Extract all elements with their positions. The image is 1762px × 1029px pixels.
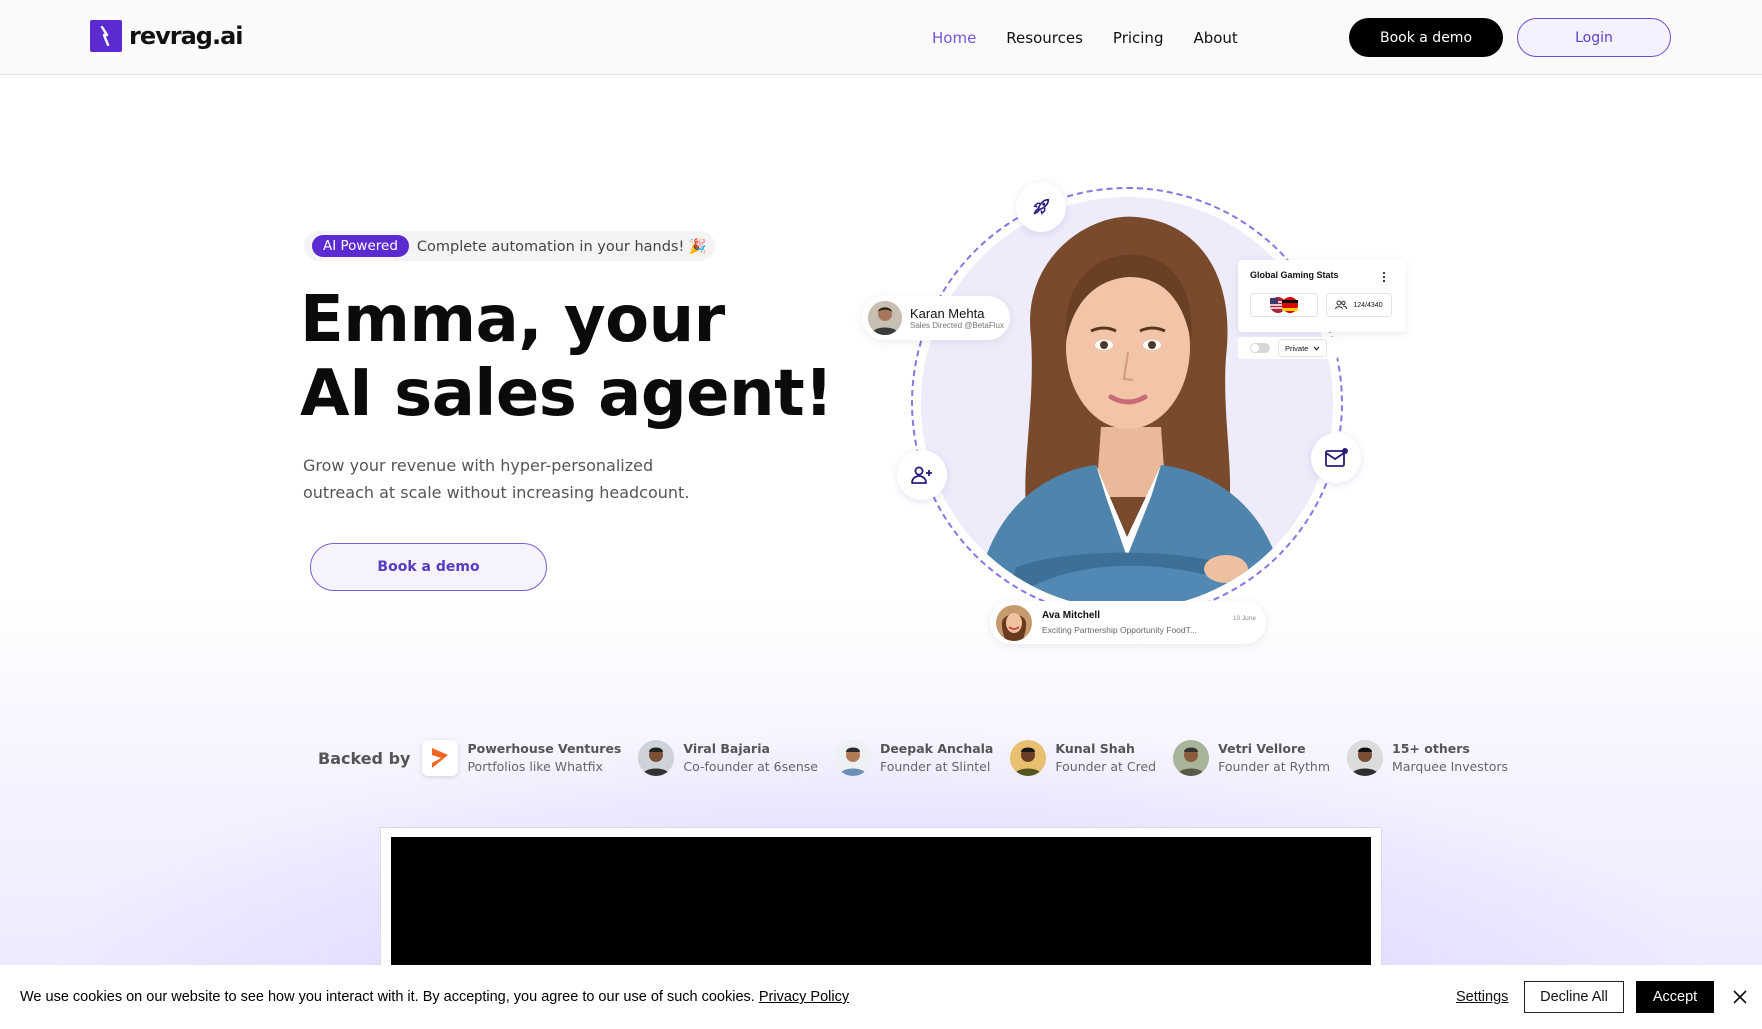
message-card[interactable]: Ava Mitchell Exciting Partnership Opport… bbox=[990, 601, 1266, 644]
hero-title-line1: Emma, your bbox=[300, 283, 725, 357]
backer-avatar bbox=[1347, 740, 1384, 776]
backer-item: 15+ others Marquee Investors bbox=[1347, 740, 1508, 776]
chevron-down-icon bbox=[1313, 346, 1320, 351]
backer-role: Founder at Rythm bbox=[1218, 759, 1331, 774]
karan-avatar bbox=[868, 301, 902, 335]
contact-role: Sales Directed @BetaFlux bbox=[910, 321, 1004, 330]
hero-tagline: Complete automation in your hands! 🎉 bbox=[416, 238, 707, 255]
visibility-controls: Private bbox=[1238, 337, 1338, 359]
message-date: 10 June bbox=[1232, 615, 1256, 622]
participants-count: 124/4340 bbox=[1326, 293, 1392, 317]
flags-icon bbox=[1250, 293, 1318, 317]
rocket-icon bbox=[1033, 198, 1050, 215]
visibility-select[interactable]: Private bbox=[1278, 339, 1328, 357]
backer-item: Deepak Anchala Founder at Slintel bbox=[834, 740, 994, 776]
backer-name: Powerhouse Ventures bbox=[467, 741, 622, 756]
ava-avatar bbox=[996, 604, 1032, 641]
backed-by-label: Backed by bbox=[318, 748, 411, 768]
backer-name: Kunal Shah bbox=[1055, 741, 1135, 756]
backer-avatar bbox=[638, 740, 675, 776]
backer-avatar bbox=[1010, 740, 1047, 776]
stats-card: Global Gaming Stats 124/4340 bbox=[1238, 260, 1406, 332]
privacy-toggle[interactable] bbox=[1250, 343, 1270, 353]
decline-all-button[interactable]: Decline All bbox=[1524, 981, 1624, 1013]
participants-value: 124/4340 bbox=[1353, 301, 1383, 309]
logo[interactable]: revrag.ai bbox=[90, 20, 244, 52]
rocket-fab[interactable] bbox=[1016, 182, 1066, 232]
contact-card[interactable]: Karan Mehta Sales Directed @BetaFlux bbox=[862, 296, 1010, 340]
backer-name: Viral Bajaria bbox=[683, 741, 770, 756]
backer-role: Portfolios like Whatfix bbox=[467, 759, 603, 774]
nav-pricing[interactable]: Pricing bbox=[1113, 29, 1164, 47]
nav-about[interactable]: About bbox=[1193, 29, 1237, 47]
privacy-policy-link[interactable]: Privacy Policy bbox=[759, 989, 849, 1005]
mail-icon bbox=[1325, 448, 1348, 467]
nav-home[interactable]: Home bbox=[932, 29, 976, 47]
backer-role: Founder at Cred bbox=[1055, 759, 1157, 774]
backer-role: Founder at Slintel bbox=[879, 759, 991, 774]
hero-title-line2: AI sales agent! bbox=[300, 357, 833, 431]
site-header: revrag.ai Home Resources Pricing About B… bbox=[0, 0, 1762, 75]
backer-item: Kunal Shah Founder at Cred bbox=[1010, 740, 1156, 776]
add-user-fab[interactable] bbox=[897, 450, 947, 500]
cookie-message: We use cookies on our website to see how… bbox=[20, 989, 849, 1005]
hero-pill: AI Powered Complete automation in your h… bbox=[304, 231, 715, 261]
visibility-value: Private bbox=[1285, 343, 1309, 353]
main-nav: Home Resources Pricing About bbox=[932, 29, 1238, 47]
contact-name: Karan Mehta bbox=[910, 306, 985, 321]
agent-portrait bbox=[921, 197, 1333, 609]
accept-button[interactable]: Accept bbox=[1636, 981, 1714, 1013]
backers-row: Backed by Powerhouse Ventures Portfolios … bbox=[318, 740, 1525, 776]
backer-name: Vetri Vellore bbox=[1218, 741, 1306, 756]
logo-text: revrag.ai bbox=[129, 22, 244, 50]
login-button[interactable]: Login bbox=[1517, 18, 1671, 57]
cookie-settings-button[interactable]: Settings bbox=[1456, 989, 1508, 1005]
backer-avatar bbox=[1173, 740, 1210, 776]
backer-item: Viral Bajaria Co-founder at 6sense bbox=[638, 740, 818, 776]
cookie-banner: We use cookies on our website to see how… bbox=[0, 965, 1762, 1029]
backer-role: Marquee Investors bbox=[1392, 759, 1509, 774]
backer-role: Co-founder at 6sense bbox=[683, 759, 818, 774]
hero-title: Emma, your AI sales agent! bbox=[300, 283, 833, 431]
nav-resources[interactable]: Resources bbox=[1006, 29, 1083, 47]
backer-item: Vetri Vellore Founder at Rythm bbox=[1173, 740, 1330, 776]
more-vertical-icon[interactable] bbox=[1378, 268, 1390, 283]
ai-powered-badge: AI Powered bbox=[312, 235, 409, 257]
add-user-icon bbox=[911, 466, 932, 484]
hero-book-demo-button[interactable]: Book a demo bbox=[310, 543, 547, 591]
hero-subtitle: Grow your revenue with hyper-personalize… bbox=[303, 456, 690, 502]
stats-title: Global Gaming Stats bbox=[1250, 270, 1339, 280]
book-demo-button[interactable]: Book a demo bbox=[1349, 18, 1503, 57]
users-icon bbox=[1335, 300, 1348, 310]
message-preview: Exciting Partnership Opportunity FoodT..… bbox=[1042, 625, 1197, 635]
backer-name: 15+ others bbox=[1392, 741, 1470, 756]
powerhouse-logo-icon bbox=[422, 740, 459, 776]
logo-mark-icon bbox=[90, 20, 122, 52]
mail-fab[interactable] bbox=[1311, 433, 1361, 483]
backer-name: Deepak Anchala bbox=[879, 741, 994, 756]
cookie-text: We use cookies on our website to see how… bbox=[20, 989, 755, 1005]
close-icon[interactable] bbox=[1728, 985, 1752, 1009]
backer-item: Powerhouse Ventures Portfolios like Whatf… bbox=[422, 740, 621, 776]
backer-avatar bbox=[834, 740, 871, 776]
